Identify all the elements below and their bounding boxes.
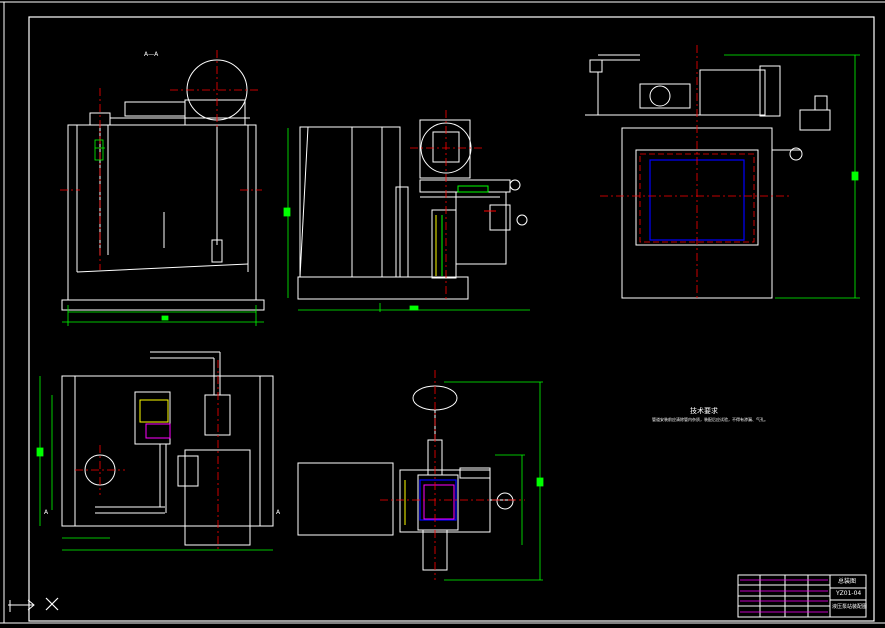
- tech-requirements-title: 技术要求: [690, 407, 718, 415]
- title-block-drawing-name: 总装图: [838, 578, 857, 585]
- title-block-company: 液压泵站装配图: [832, 604, 868, 610]
- cad-drawing-canvas[interactable]: [0, 0, 885, 628]
- section-mark-b: A: [276, 509, 281, 516]
- title-block-drawing-code: YZ01-04: [836, 590, 862, 597]
- top-section-label: A—A: [144, 51, 159, 58]
- tech-requirements-note: 管道安装前应清除管内杂质，装配后应试验，不得有渗漏、气孔。: [652, 417, 768, 422]
- section-mark-a: A: [44, 509, 49, 516]
